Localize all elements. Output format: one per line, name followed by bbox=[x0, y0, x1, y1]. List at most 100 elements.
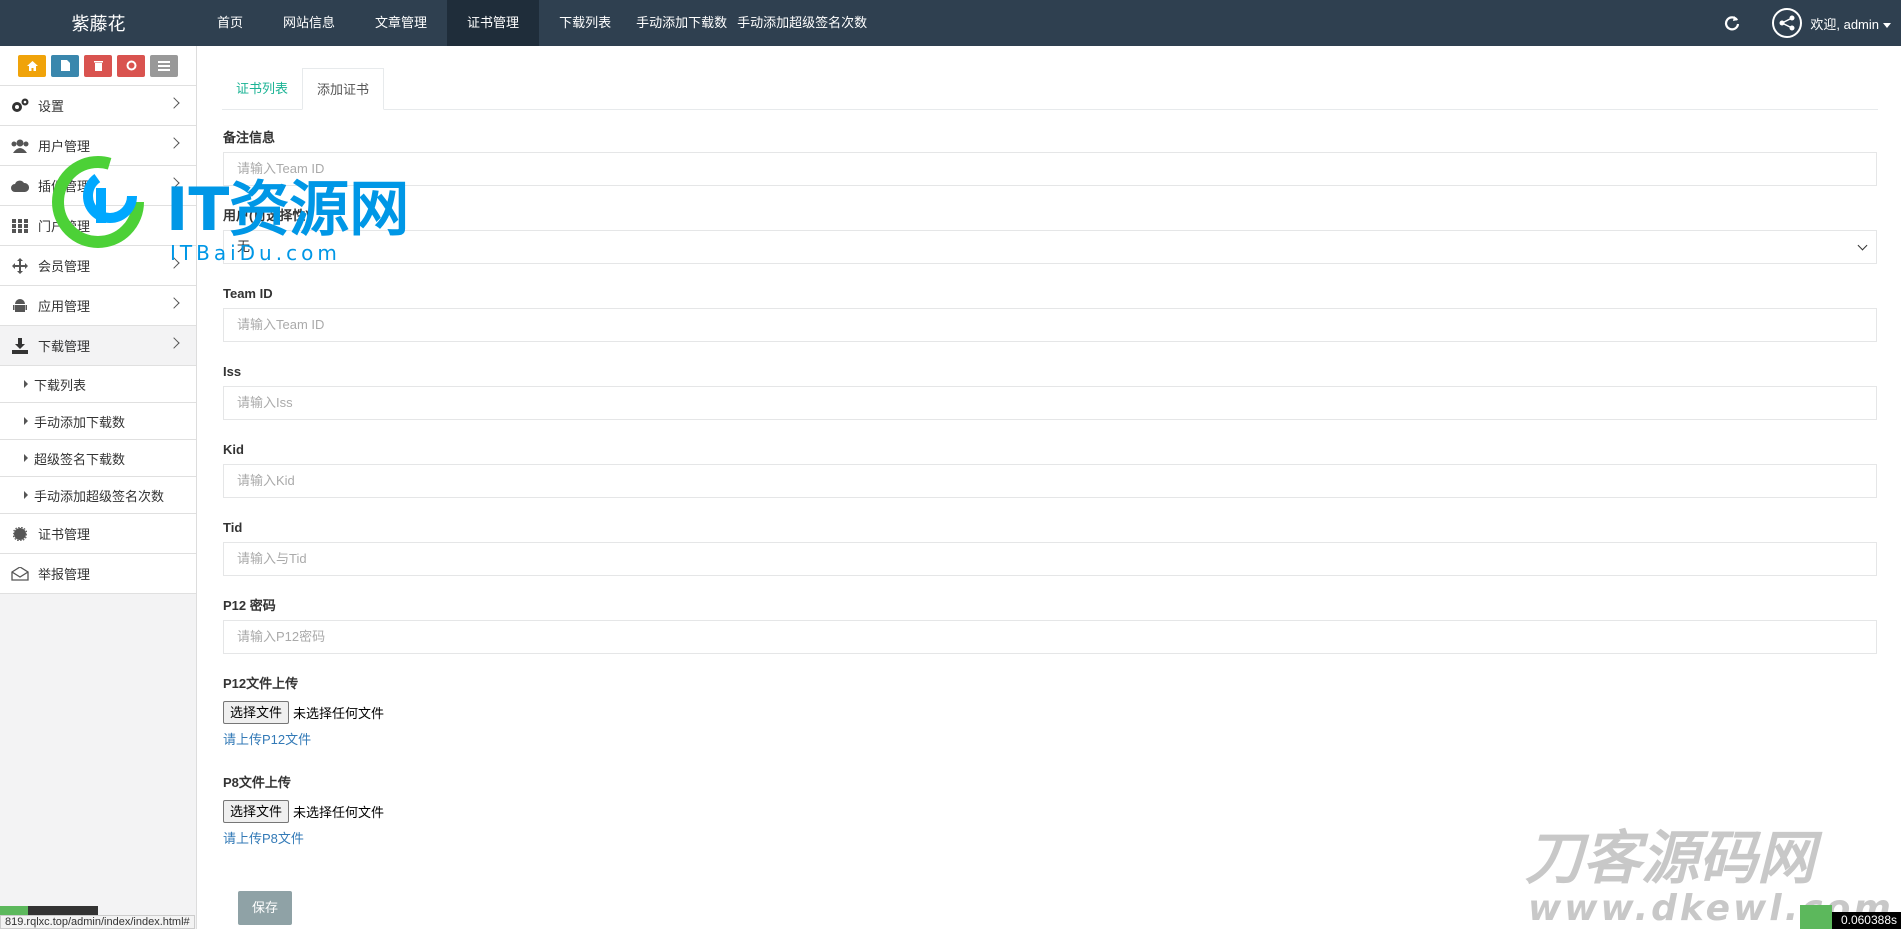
list-quick-button[interactable] bbox=[150, 54, 178, 77]
p12-file-status: 未选择任何文件 bbox=[293, 705, 385, 721]
sidebar-item-apps[interactable]: 应用管理 bbox=[0, 286, 196, 326]
remark-input[interactable]: 请输入Team ID bbox=[223, 152, 1877, 186]
android-icon bbox=[10, 297, 30, 315]
sidebar-item-certificates[interactable]: 证书管理 bbox=[0, 514, 196, 554]
debug-toolbar-icon[interactable] bbox=[1800, 905, 1832, 929]
sidebar-subitem-add-downloads[interactable]: 手动添加下载数 bbox=[0, 403, 196, 440]
top-nav: 首页 网站信息 文章管理 证书管理 下载列表 手动添加下载数 手动添加超级签名次… bbox=[197, 0, 872, 46]
caret-right-icon bbox=[24, 417, 28, 425]
download-icon bbox=[10, 337, 30, 355]
nav-add-downloads[interactable]: 手动添加下载数 bbox=[631, 0, 732, 46]
sidebar-subitem-add-signatures[interactable]: 手动添加超级签名次数 bbox=[0, 477, 196, 514]
nav-site-info[interactable]: 网站信息 bbox=[263, 0, 355, 46]
status-url: 819.rqlxc.top/admin/index/index.html# bbox=[0, 915, 195, 929]
move-icon bbox=[10, 257, 30, 275]
refresh-icon[interactable] bbox=[1722, 13, 1742, 33]
document-quick-button[interactable] bbox=[51, 54, 79, 77]
recycle-icon bbox=[126, 60, 136, 71]
sidebar-item-downloads[interactable]: 下载管理 bbox=[0, 326, 196, 366]
user-label: 用户(可选择性) bbox=[223, 208, 310, 223]
p8-choose-file-button[interactable]: 选择文件 bbox=[223, 799, 290, 823]
p12-password-input[interactable]: 请输入P12密码 bbox=[223, 620, 1877, 654]
tab-add-certificate[interactable]: 添加证书 bbox=[302, 68, 385, 110]
sidebar-item-settings[interactable]: 设置 bbox=[0, 86, 196, 126]
p12-file-label: P12文件上传 bbox=[223, 676, 299, 691]
chevron-right-icon bbox=[168, 137, 180, 149]
welcome-user-menu[interactable]: 欢迎, admin bbox=[1810, 14, 1891, 33]
p12-choose-file-button[interactable]: 选择文件 bbox=[223, 700, 290, 724]
quick-buttons bbox=[0, 46, 196, 86]
team-id-input[interactable]: 请输入Team ID bbox=[223, 308, 1877, 342]
chevron-right-icon bbox=[168, 297, 180, 309]
sidebar-item-label: 举报管理 bbox=[38, 567, 91, 582]
document-icon bbox=[60, 60, 70, 71]
users-icon bbox=[10, 137, 30, 155]
cloud-icon bbox=[10, 177, 30, 195]
trash-icon bbox=[93, 61, 103, 71]
tid-label: Tid bbox=[223, 520, 243, 535]
chevron-right-icon bbox=[168, 337, 180, 349]
gears-icon bbox=[10, 97, 30, 115]
brand-logo[interactable]: 紫藤花 bbox=[0, 10, 197, 36]
sidebar-item-label: 证书管理 bbox=[38, 527, 91, 542]
nav-certificates[interactable]: 证书管理 bbox=[447, 0, 540, 46]
certificate-icon bbox=[10, 525, 30, 543]
home-icon bbox=[26, 60, 38, 71]
team-id-label: Team ID bbox=[223, 286, 273, 301]
chevron-right-icon bbox=[168, 97, 180, 109]
kid-input[interactable]: 请输入Kid bbox=[223, 464, 1877, 498]
nav-download-list[interactable]: 下载列表 bbox=[539, 0, 631, 46]
tabs: 证书列表 添加证书 bbox=[222, 68, 1878, 110]
sidebar-item-label: 设置 bbox=[38, 99, 65, 114]
sidebar-subitem-signature-downloads[interactable]: 超级签名下载数 bbox=[0, 440, 196, 477]
tid-input[interactable]: 请输入与Tid bbox=[223, 542, 1877, 576]
sidebar-item-reports[interactable]: 举报管理 bbox=[0, 554, 196, 594]
user-select[interactable]: 无 bbox=[223, 230, 1877, 264]
iss-label: Iss bbox=[223, 364, 242, 379]
kid-label: Kid bbox=[223, 442, 244, 457]
chevron-down-icon bbox=[1857, 240, 1868, 251]
iss-input[interactable]: 请输入Iss bbox=[223, 386, 1877, 420]
watermark-logo-sub: ITBaiDu.com bbox=[170, 241, 341, 265]
envelope-icon bbox=[10, 565, 30, 583]
watermark-corner-text: 刀客源码网 bbox=[1525, 824, 1823, 892]
sidebar-subitem-label: 超级签名下载数 bbox=[34, 451, 126, 467]
grid-icon bbox=[10, 217, 30, 235]
sidebar-subitem-download-list[interactable]: 下载列表 bbox=[0, 366, 196, 403]
share-icon bbox=[1772, 8, 1803, 38]
caret-right-icon bbox=[24, 491, 28, 499]
home-quick-button[interactable] bbox=[18, 54, 46, 77]
p8-file-status: 未选择任何文件 bbox=[293, 804, 385, 820]
top-navbar: 紫藤花 首页 网站信息 文章管理 证书管理 下载列表 手动添加下载数 手动添加超… bbox=[0, 0, 1901, 46]
remark-label: 备注信息 bbox=[223, 130, 276, 145]
sidebar-subitem-label: 手动添加下载数 bbox=[34, 414, 126, 430]
tab-certificate-list[interactable]: 证书列表 bbox=[222, 68, 302, 110]
welcome-text: 欢迎, admin bbox=[1810, 16, 1879, 32]
caret-right-icon bbox=[24, 380, 28, 388]
nav-add-signatures[interactable]: 手动添加超级签名次数 bbox=[732, 0, 872, 46]
p12-file-upload: 选择文件 未选择任何文件 bbox=[223, 700, 1877, 724]
sidebar-item-label: 应用管理 bbox=[38, 299, 91, 314]
save-button[interactable]: 保存 bbox=[238, 891, 292, 925]
caret-right-icon bbox=[24, 454, 28, 462]
sidebar-item-label: 下载管理 bbox=[38, 339, 91, 354]
recycle-quick-button[interactable] bbox=[117, 54, 145, 77]
watermark-logo-text: IT资源网 bbox=[166, 175, 409, 245]
topbar-right: 欢迎, admin bbox=[1722, 0, 1891, 46]
p12-password-label: P12 密码 bbox=[223, 598, 276, 613]
trash-quick-button[interactable] bbox=[84, 54, 112, 77]
status-bar-block bbox=[28, 906, 98, 915]
sidebar-subitem-label: 手动添加超级签名次数 bbox=[34, 488, 165, 504]
list-icon bbox=[158, 60, 170, 71]
status-indicator bbox=[0, 906, 28, 915]
nav-home[interactable]: 首页 bbox=[197, 0, 263, 46]
caret-down-icon bbox=[1883, 22, 1891, 28]
nav-articles[interactable]: 文章管理 bbox=[355, 0, 447, 46]
sidebar-subitem-label: 下载列表 bbox=[34, 377, 87, 393]
p12-file-hint: 请上传P12文件 bbox=[223, 732, 312, 747]
it-logo-watermark: IT资源网 ITBaiDu.com bbox=[48, 150, 448, 270]
p8-file-label: P8文件上传 bbox=[223, 775, 291, 790]
main-content: 证书列表 添加证书 备注信息 请输入Team ID 用户(可选择性) 无 Tea… bbox=[198, 46, 1901, 929]
page-timer[interactable]: 0.060388s bbox=[1832, 912, 1901, 929]
add-certificate-form: 备注信息 请输入Team ID 用户(可选择性) 无 Team ID 请输入Te… bbox=[223, 128, 1877, 846]
